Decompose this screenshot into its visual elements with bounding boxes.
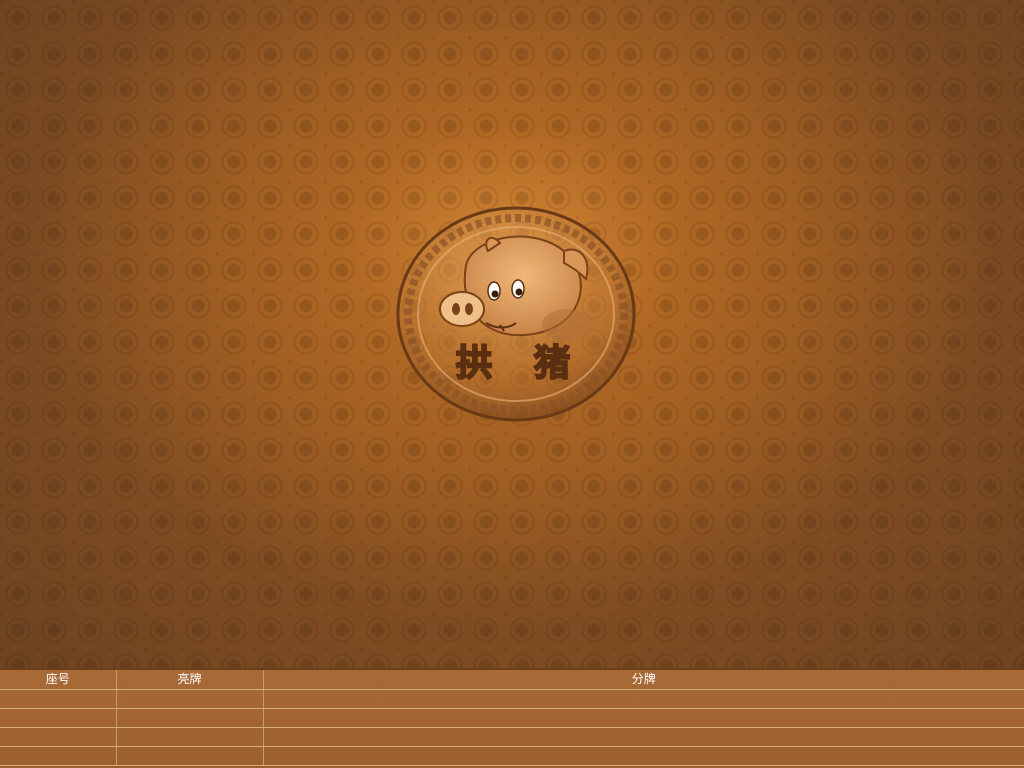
logo-title-char-2: 猪 (534, 343, 570, 384)
game-table-background: 拱 猪 座号 亮牌 分牌 (0, 0, 1024, 768)
cell-shown (116, 727, 264, 747)
table-row (0, 727, 1024, 747)
header-score-cards: 分牌 (263, 670, 1024, 690)
table-row (0, 689, 1024, 709)
cell-seat (0, 746, 117, 766)
header-seat-number: 座号 (0, 670, 117, 690)
cell-score (263, 746, 1024, 766)
table-row (0, 708, 1024, 728)
logo-title-char-1: 拱 (456, 343, 492, 384)
gongzhu-logo: 拱 猪 (396, 206, 636, 422)
cell-shown (116, 746, 264, 766)
cell-score (263, 689, 1024, 709)
table-row (0, 746, 1024, 766)
score-table: 座号 亮牌 分牌 (0, 670, 1024, 766)
cell-score (263, 708, 1024, 728)
cell-score (263, 727, 1024, 747)
cell-shown (116, 689, 264, 709)
cell-seat (0, 708, 117, 728)
header-shown-cards: 亮牌 (116, 670, 264, 690)
cell-seat (0, 727, 117, 747)
cell-seat (0, 689, 117, 709)
table-header-row: 座号 亮牌 分牌 (0, 670, 1024, 690)
cell-shown (116, 708, 264, 728)
score-panel: 座号 亮牌 分牌 (0, 668, 1024, 768)
